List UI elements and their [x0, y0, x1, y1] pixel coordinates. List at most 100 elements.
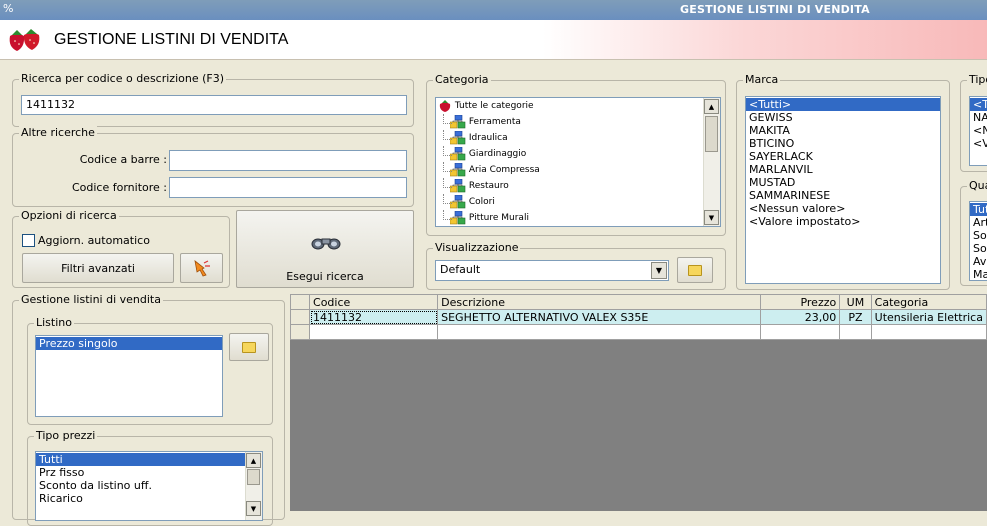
scroll-down-button[interactable]: ▼ [704, 210, 719, 225]
other-search-group: Altre ricerche Codice a barre : Codice f… [12, 126, 414, 207]
brand-item[interactable]: <Valore impostato> [746, 215, 940, 228]
row-indicator-header [289, 294, 311, 310]
cell-empty[interactable] [760, 324, 841, 340]
cell-prezzo[interactable]: 23,00 [760, 309, 841, 325]
category-item[interactable]: Idraulica [436, 130, 720, 146]
category-item[interactable]: Restauro [436, 178, 720, 194]
quantity-item[interactable]: Ave [970, 255, 987, 268]
search-options-group: Opzioni di ricerca Aggiorn. automatico F… [12, 209, 230, 288]
cell-empty[interactable] [839, 324, 872, 340]
app-menu-icon[interactable]: % [3, 2, 13, 15]
supplier-code-input[interactable] [169, 177, 407, 198]
results-grid[interactable]: Codice Descrizione Prezzo UM Categoria 1… [289, 294, 987, 511]
brand-item[interactable]: SAYERLACK [746, 150, 940, 163]
brand-item[interactable]: MARLANVIL [746, 163, 940, 176]
view-select[interactable]: Default ▼ [435, 260, 669, 281]
price-lists-group: Gestione listini di vendita Listino Prez… [12, 293, 285, 526]
column-header-um[interactable]: UM [839, 294, 872, 310]
page-title: GESTIONE LISTINI DI VENDITA [54, 31, 289, 48]
category-item[interactable]: Aria Compressa [436, 162, 720, 178]
brand-item[interactable]: MUSTAD [746, 176, 940, 189]
brand-list[interactable]: <Tutti> GEWISS MAKITA BTICINO SAYERLACK MARLA… [745, 96, 941, 284]
cell-empty[interactable] [309, 324, 439, 340]
row-indicator[interactable] [289, 324, 311, 340]
folder-icon [242, 341, 256, 353]
category-scrollbar[interactable]: ▲ ▼ [703, 98, 720, 226]
category-item[interactable]: Giardinaggio [436, 146, 720, 162]
category-item-label: Giardinaggio [468, 149, 527, 159]
hand-pointer-icon [193, 260, 210, 277]
scroll-thumb[interactable] [247, 469, 260, 485]
scroll-up-button[interactable]: ▲ [246, 453, 261, 468]
listino-list[interactable]: Prezzo singolo [35, 335, 223, 417]
quantity-item[interactable]: Tut [970, 203, 987, 216]
price-type-item[interactable]: Ricarico [36, 492, 245, 505]
network-folder-icon [449, 178, 466, 192]
brand-item[interactable]: BTICINO [746, 137, 940, 150]
auto-update-label: Aggiorn. automatico [38, 234, 150, 247]
cell-descrizione[interactable]: SEGHETTO ALTERNATIVO VALEX S35E [437, 309, 762, 325]
auto-update-checkbox[interactable] [22, 234, 35, 247]
category-item[interactable]: Colori [436, 194, 720, 210]
price-types-scrollbar[interactable]: ▲ ▼ [245, 452, 262, 520]
network-folder-icon [449, 146, 466, 160]
table-row[interactable]: 1411132 SEGHETTO ALTERNATIVO VALEX S35E … [289, 309, 987, 325]
column-header-prezzo[interactable]: Prezzo [760, 294, 841, 310]
pointer-button[interactable] [180, 253, 223, 283]
type-list[interactable]: <TNAT<N<V [969, 96, 987, 166]
scroll-down-button[interactable]: ▼ [246, 501, 261, 516]
category-root-label: Tutte le categorie [454, 101, 534, 111]
advanced-filters-button[interactable]: Filtri avanzati [22, 253, 174, 283]
listino-item[interactable]: Prezzo singolo [36, 337, 222, 350]
category-root[interactable]: Tutte le categorie [436, 98, 720, 114]
category-item[interactable]: Pitture Murali [436, 210, 720, 226]
cell-empty[interactable] [437, 324, 762, 340]
other-search-group-label: Altre ricerche [19, 126, 97, 139]
type-item[interactable]: <T [970, 98, 987, 111]
cell-um[interactable]: PZ [839, 309, 872, 325]
view-folder-button[interactable] [677, 257, 713, 283]
brand-item[interactable]: <Tutti> [746, 98, 940, 111]
execute-search-button[interactable]: Esegui ricerca [236, 210, 414, 288]
type-item[interactable]: <N [970, 124, 987, 137]
type-item[interactable]: <V [970, 137, 987, 150]
price-type-item[interactable]: Prz fisso [36, 466, 245, 479]
cell-categoria[interactable]: Utensileria Elettrica [870, 309, 987, 325]
brand-item[interactable]: <Nessun valore> [746, 202, 940, 215]
brand-item[interactable]: GEWISS [746, 111, 940, 124]
table-row-empty[interactable] [289, 324, 987, 340]
network-folder-icon [449, 130, 466, 144]
quantity-list[interactable]: TutArtSoloSoloAveMan [969, 201, 987, 281]
row-indicator[interactable] [289, 309, 311, 325]
category-group-label: Categoria [433, 73, 491, 86]
category-item-label: Aria Compressa [468, 165, 540, 175]
price-types-group: Tipo prezzi Tutti Prz fisso Sconto da list… [27, 429, 273, 526]
cell-codice[interactable]: 1411132 [309, 309, 439, 325]
scroll-up-button[interactable]: ▲ [704, 99, 719, 114]
quantity-group: Qua TutArtSoloSoloAveMan [960, 179, 987, 286]
brand-item[interactable]: SAMMARINESE [746, 189, 940, 202]
barcode-input[interactable] [169, 150, 407, 171]
results-table: Codice Descrizione Prezzo UM Categoria 1… [289, 294, 987, 340]
quantity-item[interactable]: Solo [970, 242, 987, 255]
column-header-codice[interactable]: Codice [309, 294, 439, 310]
quantity-item[interactable]: Man [970, 268, 987, 280]
quantity-item[interactable]: Solo [970, 229, 987, 242]
table-header-row: Codice Descrizione Prezzo UM Categoria [289, 294, 987, 310]
quantity-item[interactable]: Art [970, 216, 987, 229]
column-header-descrizione[interactable]: Descrizione [437, 294, 762, 310]
price-type-item[interactable]: Tutti [36, 453, 245, 466]
view-select-value: Default [440, 263, 481, 276]
column-header-categoria[interactable]: Categoria [870, 294, 987, 310]
price-type-item[interactable]: Sconto da listino uff. [36, 479, 245, 492]
network-folder-icon [449, 162, 466, 176]
search-input[interactable]: 1411132 [21, 95, 407, 115]
type-item[interactable]: NAT [970, 111, 987, 124]
listino-folder-button[interactable] [229, 333, 269, 361]
scroll-thumb[interactable] [705, 116, 718, 152]
chevron-down-icon[interactable]: ▼ [651, 262, 667, 279]
cell-empty[interactable] [870, 324, 987, 340]
category-item[interactable]: Ferramenta [436, 114, 720, 130]
category-tree[interactable]: Tutte le categorie Ferramenta Idraulica … [435, 97, 721, 227]
brand-item[interactable]: MAKITA [746, 124, 940, 137]
